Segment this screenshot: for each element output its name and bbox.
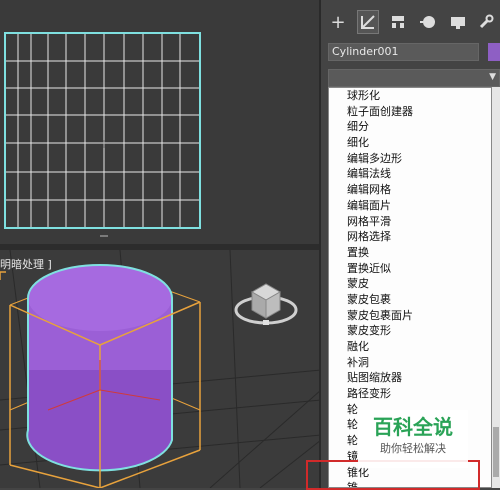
- modifier-item[interactable]: 球形化: [329, 88, 491, 104]
- modifier-item[interactable]: 蒙皮变形: [329, 323, 491, 339]
- modifier-item[interactable]: 编辑多边形: [329, 151, 491, 167]
- perspective-viewport[interactable]: [0, 250, 321, 488]
- modify-tab[interactable]: [357, 10, 379, 34]
- modifier-item[interactable]: 编辑面片: [329, 198, 491, 214]
- modifier-item[interactable]: 蒙皮: [329, 276, 491, 292]
- motion-icon: [420, 16, 435, 28]
- utilities-tab[interactable]: [475, 10, 497, 34]
- modifier-item[interactable]: 贴图缩放器: [329, 370, 491, 386]
- watermark: 百科全说 助你轻松解决: [358, 410, 468, 468]
- scrollbar-thumb[interactable]: [493, 427, 499, 477]
- watermark-subtitle: 助你轻松解决: [380, 442, 446, 455]
- modify-icon: [361, 15, 375, 29]
- viewcube: [234, 283, 298, 325]
- modifier-item[interactable]: 蒙皮包裹: [329, 292, 491, 308]
- modifier-item[interactable]: 编辑网格: [329, 182, 491, 198]
- modifier-item[interactable]: 粒子面创建器: [329, 104, 491, 120]
- top-viewport-canvas: [4, 32, 201, 237]
- modifier-item[interactable]: 网格选择: [329, 229, 491, 245]
- modifier-list-dropdown[interactable]: ▼: [328, 69, 500, 87]
- modifier-item[interactable]: 置换: [329, 245, 491, 261]
- perspective-canvas: [0, 250, 321, 488]
- plus-icon: +: [330, 11, 346, 33]
- modifier-item[interactable]: 置换近似: [329, 261, 491, 277]
- modifier-item[interactable]: 网格平滑: [329, 214, 491, 230]
- watermark-title: 百科全说: [373, 415, 453, 439]
- motion-tab[interactable]: [417, 10, 439, 34]
- top-viewport[interactable]: [0, 0, 321, 244]
- modifier-item[interactable]: 蒙皮包裹面片: [329, 308, 491, 324]
- object-color-swatch[interactable]: [488, 43, 500, 61]
- display-tab[interactable]: [447, 10, 469, 34]
- modifier-item[interactable]: 路径变形: [329, 386, 491, 402]
- create-tab[interactable]: +: [327, 10, 349, 34]
- hierarchy-tab[interactable]: [387, 10, 409, 34]
- hierarchy-icon: [392, 16, 404, 28]
- modifier-item[interactable]: 融化: [329, 339, 491, 355]
- monitor-icon: [451, 17, 465, 29]
- selected-object-outline: [4, 32, 201, 229]
- modifier-item[interactable]: 编辑法线: [329, 166, 491, 182]
- wrench-icon: [479, 14, 494, 29]
- object-name-field[interactable]: Cylinder001: [328, 43, 479, 61]
- modifier-item[interactable]: 细化: [329, 135, 491, 151]
- chevron-down-icon: ▼: [489, 72, 496, 82]
- modifier-item[interactable]: 细分: [329, 119, 491, 135]
- perspective-viewport-label[interactable]: 明暗处理 ]: [0, 256, 52, 272]
- modifier-list-scrollbar[interactable]: [492, 87, 500, 488]
- modifier-item[interactable]: 补洞: [329, 355, 491, 371]
